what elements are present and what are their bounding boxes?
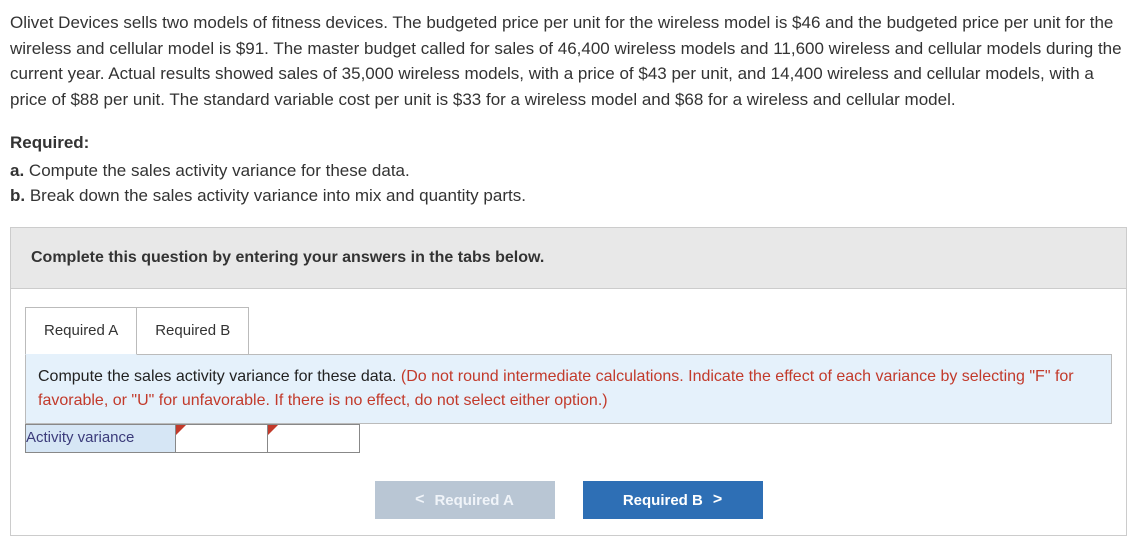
- activity-variance-value-cell[interactable]: [176, 425, 268, 453]
- tab-content: Compute the sales activity variance for …: [25, 354, 1112, 424]
- tab-required-b[interactable]: Required B: [137, 307, 249, 356]
- tab-required-a[interactable]: Required A: [25, 307, 137, 356]
- required-text-b: Break down the sales activity variance i…: [30, 186, 526, 205]
- row-label-activity-variance: Activity variance: [26, 425, 176, 453]
- required-letter-b: b.: [10, 186, 25, 205]
- tab-content-black: Compute the sales activity variance for …: [38, 368, 401, 385]
- prev-button: < Required A: [375, 481, 555, 519]
- required-indicator-icon: [176, 425, 186, 435]
- required-heading: Required:: [10, 130, 1127, 156]
- activity-variance-fu-cell[interactable]: [268, 425, 360, 453]
- question-body: Olivet Devices sells two models of fitne…: [10, 10, 1127, 112]
- required-item-b: b. Break down the sales activity varianc…: [10, 183, 1127, 209]
- activity-variance-fu-input[interactable]: [268, 425, 359, 452]
- instruction-bar: Complete this question by entering your …: [11, 228, 1126, 289]
- required-item-a: a. Compute the sales activity variance f…: [10, 158, 1127, 184]
- chevron-left-icon: <: [415, 491, 424, 509]
- next-button-label: Required B: [623, 492, 703, 509]
- activity-variance-value-input[interactable]: [176, 425, 267, 452]
- required-text-a: Compute the sales activity variance for …: [29, 161, 410, 180]
- next-button[interactable]: Required B >: [583, 481, 763, 519]
- table-row: Activity variance: [26, 425, 360, 453]
- required-list: a. Compute the sales activity variance f…: [10, 158, 1127, 209]
- tabs-row: Required A Required B: [11, 289, 1126, 356]
- answer-container: Complete this question by entering your …: [10, 227, 1127, 537]
- nav-row: < Required A Required B >: [11, 467, 1126, 535]
- activity-variance-table: Activity variance: [25, 424, 360, 453]
- prev-button-label: Required A: [434, 492, 513, 509]
- chevron-right-icon: >: [713, 491, 722, 509]
- required-indicator-icon: [268, 425, 278, 435]
- required-letter-a: a.: [10, 161, 24, 180]
